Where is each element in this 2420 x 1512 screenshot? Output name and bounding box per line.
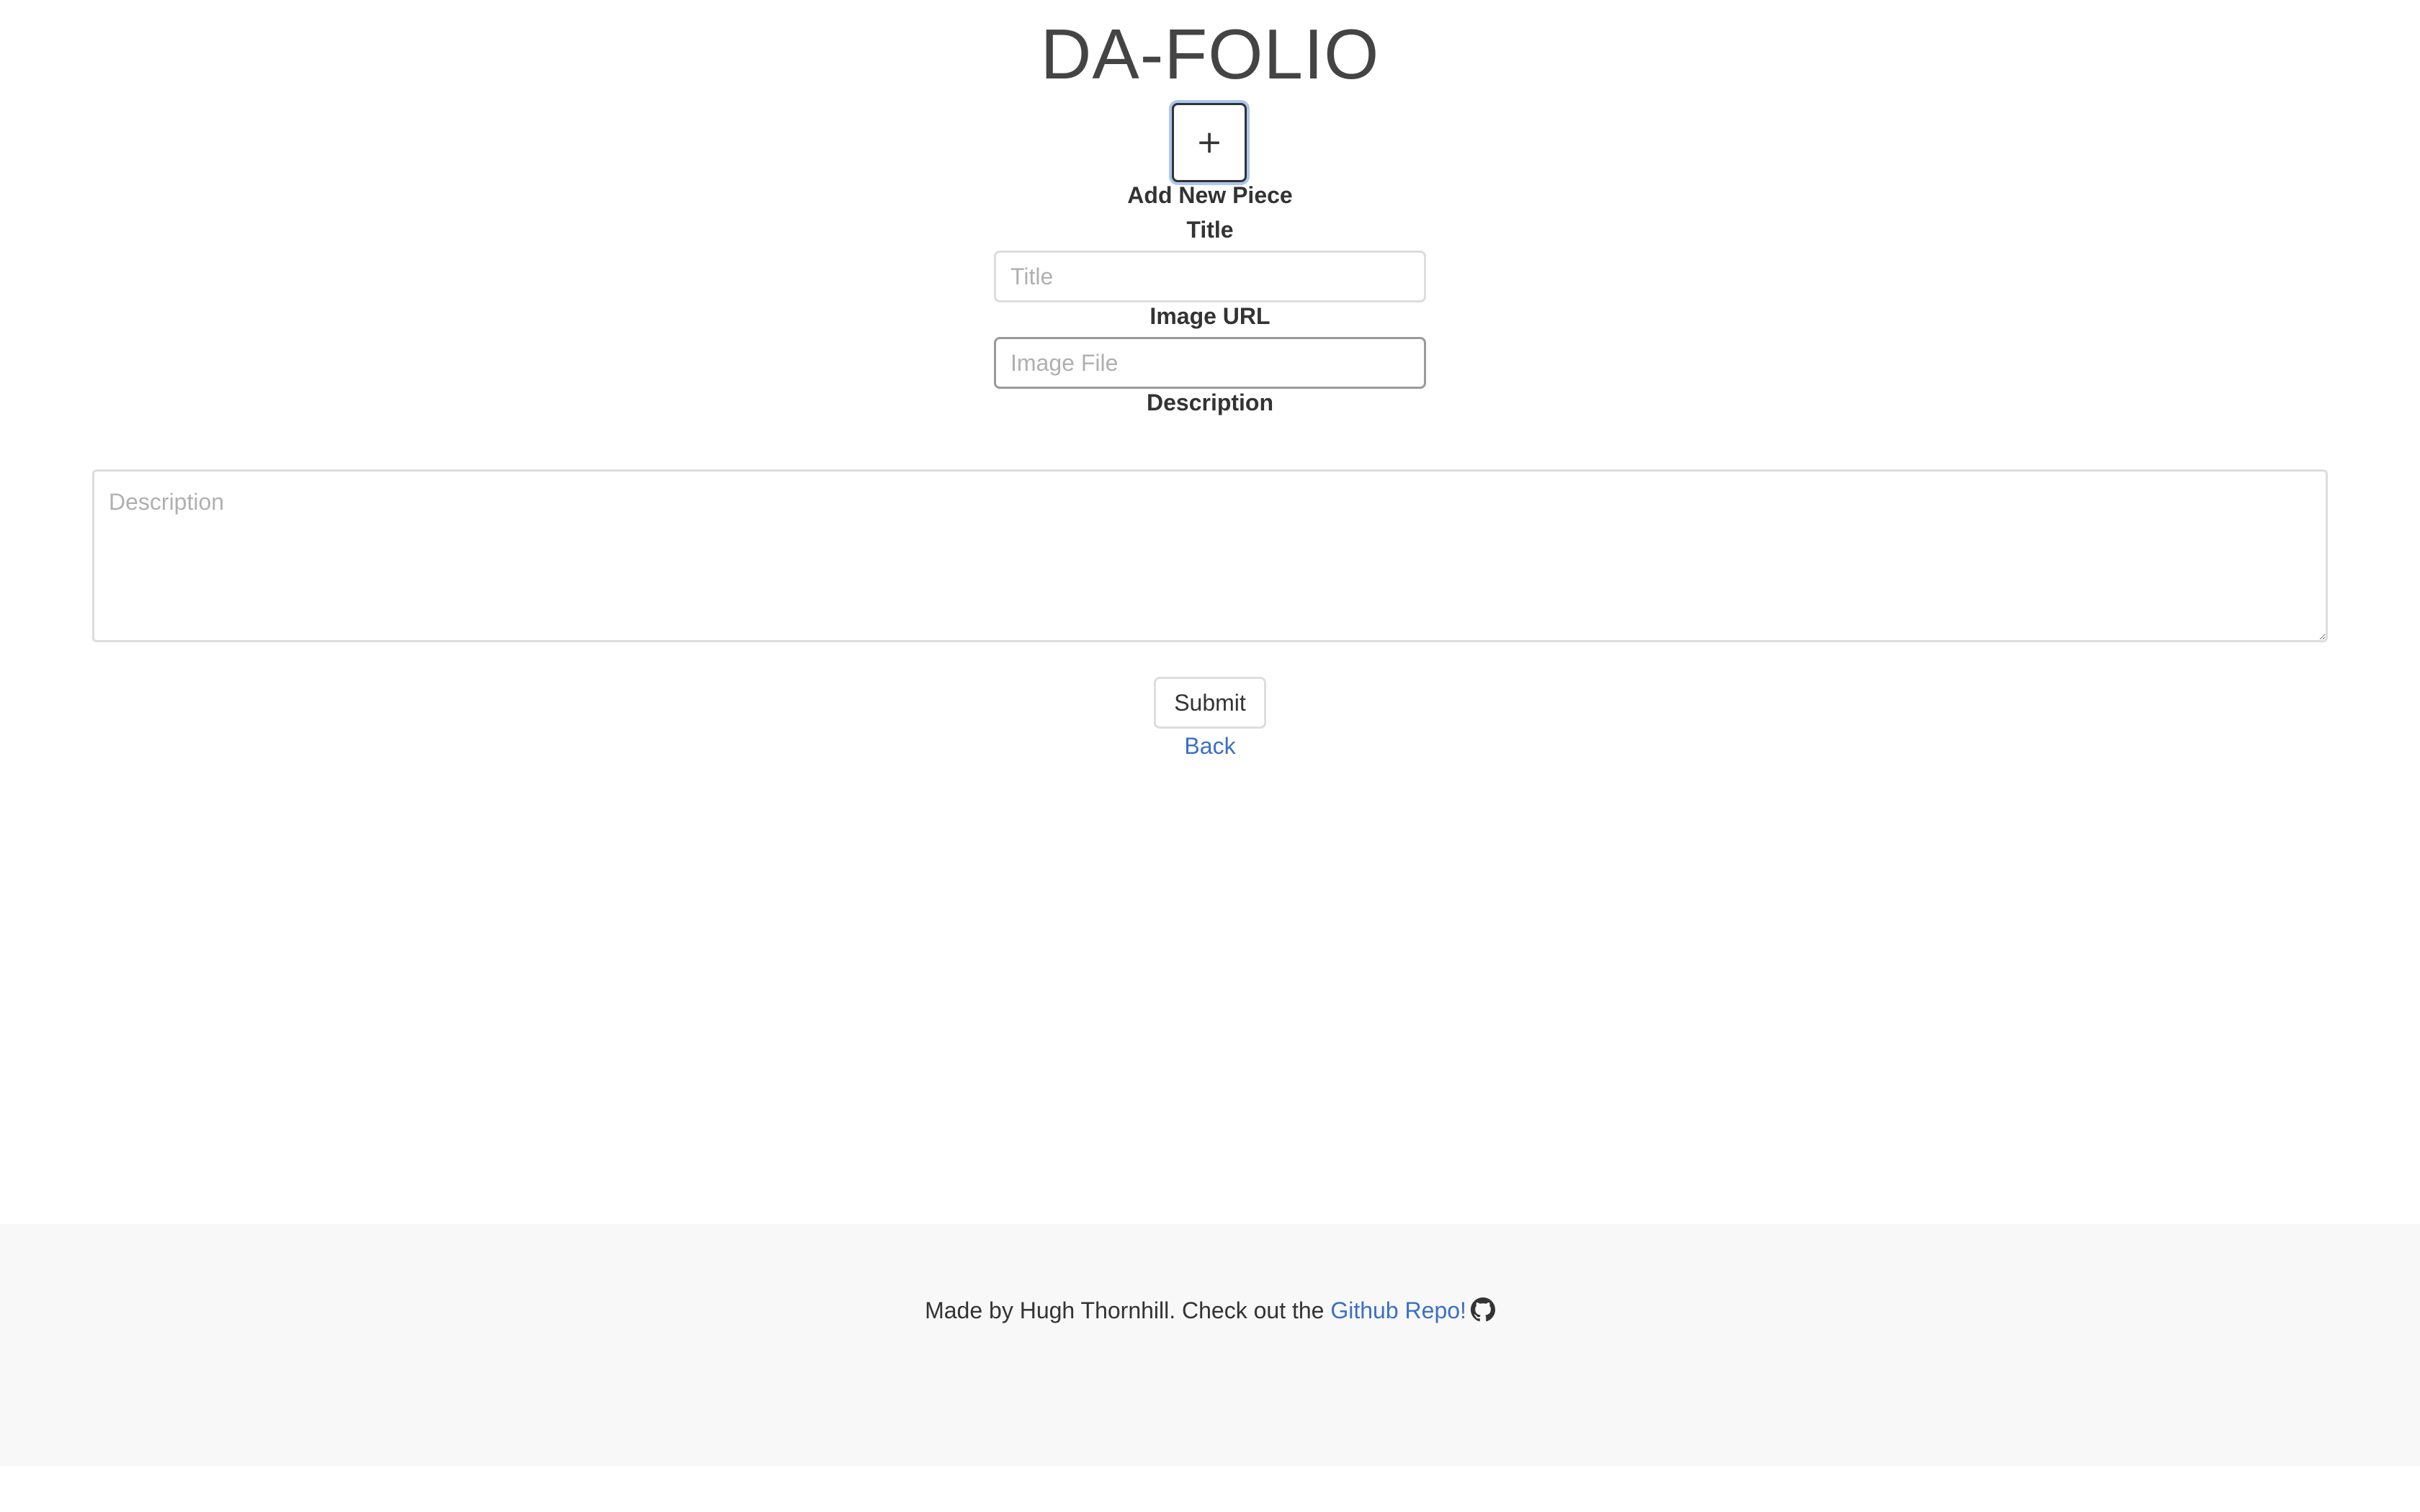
add-new-piece-heading: Add New Piece [1127,182,1293,208]
github-repo-link[interactable]: Github Repo! [1330,1297,1466,1323]
back-link[interactable]: Back [1184,733,1235,759]
add-piece-button[interactable]: + [1172,103,1247,182]
github-icon[interactable] [1470,1297,1495,1322]
image-url-input[interactable] [994,337,1426,389]
description-label: Description [1146,390,1274,415]
title-label: Title [1186,217,1234,243]
page: DA-FOLIO + Add New Piece Title Image URL… [0,0,2420,1512]
footer-text: Made by Hugh Thornhill. Check out the [925,1297,1331,1323]
back-link-row: Back [0,732,2420,760]
description-textarea[interactable] [92,469,2328,642]
site-title: DA-FOLIO [1040,14,1380,94]
image-url-label: Image URL [1150,303,1270,329]
main-content: DA-FOLIO + Add New Piece Title Image URL… [0,0,2420,1224]
footer: Made by Hugh Thornhill. Check out the Gi… [0,1224,2420,1466]
title-input[interactable] [994,251,1426,302]
footer-credit: Made by Hugh Thornhill. Check out the Gi… [0,1296,2420,1325]
submit-button[interactable]: Submit [1154,677,1266,729]
